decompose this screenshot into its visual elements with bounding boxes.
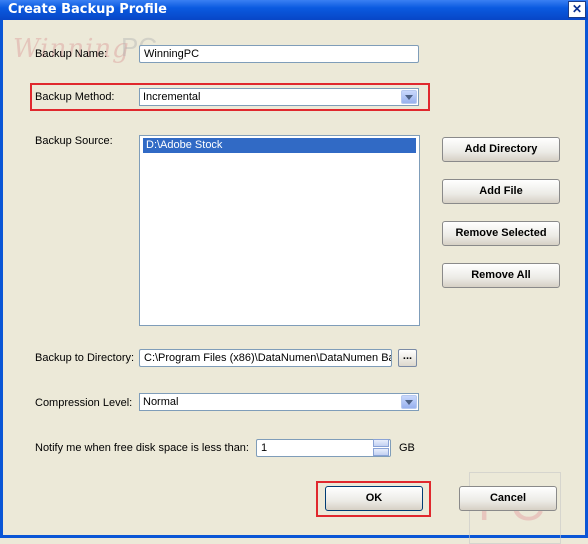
- ok-button[interactable]: OK: [325, 486, 423, 511]
- backup-to-directory-input[interactable]: C:\Program Files (x86)\DataNumen\DataNum…: [139, 349, 392, 367]
- notify-label: Notify me when free disk space is less t…: [35, 442, 249, 454]
- add-directory-button[interactable]: Add Directory: [442, 137, 560, 162]
- close-icon: ✕: [571, 2, 583, 16]
- close-button[interactable]: ✕: [568, 1, 586, 18]
- stepper-down-icon[interactable]: [373, 448, 389, 456]
- disk-space-input[interactable]: 1: [256, 439, 391, 457]
- window-title: Create Backup Profile: [8, 2, 167, 17]
- compression-level-select[interactable]: Normal: [139, 393, 419, 411]
- stepper-up-icon[interactable]: [373, 439, 389, 447]
- compression-level-value: Normal: [143, 396, 179, 408]
- backup-source-label: Backup Source:: [35, 135, 113, 147]
- compression-level-label: Compression Level:: [35, 397, 133, 409]
- backup-method-label: Backup Method:: [35, 91, 115, 103]
- backup-method-select[interactable]: Incremental: [139, 88, 419, 106]
- title-bar: Create Backup Profile ✕: [0, 0, 588, 20]
- add-file-button[interactable]: Add File: [442, 179, 560, 204]
- backup-method-value: Incremental: [143, 91, 201, 103]
- backup-source-list[interactable]: D:\Adobe Stock: [139, 135, 420, 326]
- backup-to-directory-label: Backup to Directory:: [35, 352, 135, 364]
- browse-button[interactable]: ...: [398, 349, 417, 367]
- disk-space-stepper[interactable]: [373, 439, 391, 457]
- remove-all-button[interactable]: Remove All: [442, 263, 560, 288]
- cancel-button[interactable]: Cancel: [459, 486, 557, 511]
- list-item[interactable]: D:\Adobe Stock: [143, 138, 416, 153]
- remove-selected-button[interactable]: Remove Selected: [442, 221, 560, 246]
- disk-space-unit: GB: [399, 442, 415, 454]
- chevron-down-icon[interactable]: [401, 90, 417, 104]
- chevron-down-icon[interactable]: [401, 395, 417, 409]
- backup-name-input[interactable]: WinningPC: [139, 45, 419, 63]
- backup-name-label: Backup Name:: [35, 48, 108, 60]
